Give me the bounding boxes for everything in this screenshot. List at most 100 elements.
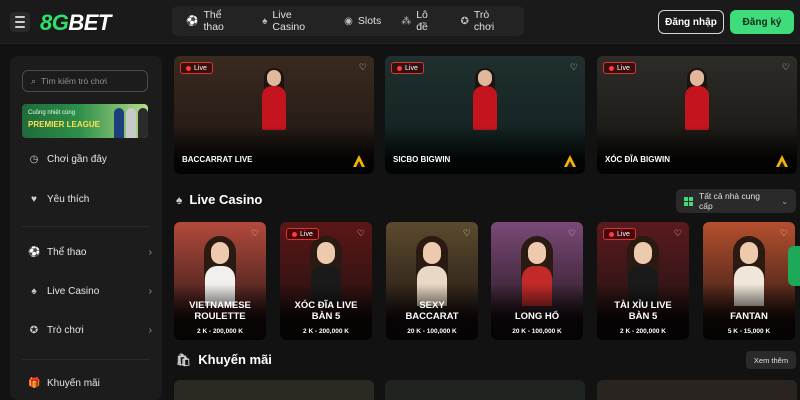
bet-range: 2 K - 200,000 K <box>303 328 349 335</box>
game-icon: ✪ <box>29 325 39 336</box>
live-dot-icon <box>609 65 614 71</box>
nav-item-slots[interactable]: ◉ Slots <box>336 9 389 33</box>
sidebar-item-favorites[interactable]: ♥ Yêu thích <box>28 194 148 205</box>
live-label: Live <box>300 230 313 238</box>
game-title-line: FANTAN <box>730 311 768 322</box>
section-header-promotions: 🛍 Khuyến mãi <box>176 352 272 367</box>
heart-icon: ♥ <box>31 194 37 205</box>
heart-icon[interactable]: ♡ <box>780 228 788 239</box>
game-card[interactable]: Live ♡ TÀI XỈU LIVE BÀN 5 2 K - 200,000 K <box>597 222 689 340</box>
bet-range: 2 K - 200,000 K <box>620 328 666 335</box>
sidebar-item-promotions[interactable]: 🎁 Khuyến mãi <box>28 378 148 389</box>
logo-text: BET <box>68 10 111 35</box>
card-overlay <box>174 126 374 174</box>
banner-subtitle: Cuồng nhiệt cùng <box>28 110 76 116</box>
chevron-down-icon: ⌄ <box>781 196 788 206</box>
live-badge: Live <box>603 62 636 74</box>
heart-icon[interactable]: ♡ <box>782 62 790 73</box>
sidebar: ⌕ Cuồng nhiệt cùng PREMIER LEAGUE ◷ Chơi … <box>10 56 162 400</box>
sidebar-item-label: Thể thao <box>47 247 87 258</box>
login-button[interactable]: Đăng nhập <box>658 10 724 34</box>
live-label: Live <box>617 64 630 72</box>
nav-item-live-casino[interactable]: ♠ Live Casino <box>254 9 332 33</box>
promotion-card[interactable] <box>385 380 585 400</box>
heart-icon[interactable]: ♡ <box>357 228 365 239</box>
card-overlay <box>597 126 797 174</box>
live-dot-icon <box>186 65 191 71</box>
top-bar: 8GBET ⚽ Thể thao ♠ Live Casino ◉ Slots ⁂ Lô … <box>0 0 800 44</box>
dealer-image <box>260 68 288 130</box>
game-card[interactable]: Live ♡ XÓC ĐĨA LIVE BÀN 5 2 K - 200,000 K <box>280 222 372 340</box>
game-title-line: VIETNAMESE <box>189 300 251 311</box>
provider-filter-dropdown[interactable]: Tất cả nhà cung cấp ⌄ <box>676 189 796 213</box>
player-image <box>126 108 136 138</box>
search-box[interactable]: ⌕ <box>22 70 148 92</box>
gift-icon: 🎁 <box>28 378 41 389</box>
game-title-line: BACCARAT <box>405 311 459 322</box>
search-input[interactable] <box>41 76 142 86</box>
slot-icon: ◉ <box>344 15 353 27</box>
lottery-icon: ⁂ <box>401 15 412 27</box>
live-badge: Live <box>603 228 636 240</box>
poker-chip-icon: ♠ <box>31 286 37 297</box>
game-title: LONG HỔ <box>493 311 581 322</box>
game-card[interactable]: ♡ VIETNAMESE ROULETTE 2 K - 200,000 K <box>174 222 266 340</box>
register-button[interactable]: Đăng ký <box>730 10 794 34</box>
grid-icon <box>684 196 693 206</box>
heart-icon[interactable]: ♡ <box>570 62 578 73</box>
gift-icon: 🛍 <box>176 352 192 367</box>
heart-icon[interactable]: ♡ <box>674 228 682 239</box>
chevron-right-icon: › <box>148 247 152 258</box>
promotion-card[interactable] <box>174 380 374 400</box>
game-title: XÓC ĐĨA BIGWIN <box>605 155 671 164</box>
side-scroll-handle[interactable] <box>788 246 800 286</box>
sidebar-item-games[interactable]: ✪ Trò chơi › <box>28 325 152 336</box>
game-icon: ✪ <box>460 15 469 27</box>
featured-game-card[interactable]: Live ♡ SICBO BIGWIN <box>385 56 585 174</box>
nav-label: Thể thao <box>203 9 224 33</box>
search-icon: ⌕ <box>31 75 37 86</box>
heart-icon[interactable]: ♡ <box>359 62 367 73</box>
logo[interactable]: 8GBET <box>40 10 111 36</box>
player-image <box>138 108 148 138</box>
sidebar-item-live-casino[interactable]: ♠ Live Casino › <box>28 286 152 297</box>
live-dot-icon <box>609 231 614 237</box>
live-label: Live <box>617 230 630 238</box>
menu-icon[interactable] <box>10 12 30 32</box>
game-title: SEXY BACCARAT <box>388 300 476 322</box>
bet-range: 20 K - 100,000 K <box>512 328 562 335</box>
heart-icon[interactable]: ♡ <box>463 228 471 239</box>
game-card[interactable]: ♡ SEXY BACCARAT 20 K - 100,000 K <box>386 222 478 340</box>
game-card[interactable]: ♡ FANTAN 5 K - 15,000 K <box>703 222 795 340</box>
nav-item-games[interactable]: ✪ Trò chơi <box>453 9 518 33</box>
see-more-button[interactable]: Xem thêm <box>746 351 796 369</box>
live-badge: Live <box>391 62 424 74</box>
heart-icon[interactable]: ♡ <box>251 228 259 239</box>
sidebar-item-recent[interactable]: ◷ Chơi gần đây <box>28 154 148 165</box>
game-title-line: ROULETTE <box>194 311 246 322</box>
nav-item-sports[interactable]: ⚽ Thể thao <box>178 9 250 33</box>
game-title-line: TÀI XỈU LIVE <box>614 300 672 311</box>
game-title-line: SEXY <box>419 300 445 311</box>
sidebar-item-sports[interactable]: ⚽ Thể thao › <box>28 247 152 258</box>
soccer-ball-icon: ⚽ <box>186 15 199 27</box>
divider <box>22 359 150 360</box>
bet-range: 2 K - 200,000 K <box>197 328 243 335</box>
live-badge: Live <box>180 62 213 74</box>
promotion-card[interactable] <box>597 380 797 400</box>
heart-icon[interactable]: ♡ <box>568 228 576 239</box>
game-title-line: LONG HỔ <box>514 311 560 322</box>
main-nav: ⚽ Thể thao ♠ Live Casino ◉ Slots ⁂ Lô đề ✪ Tr… <box>172 6 524 36</box>
featured-game-card[interactable]: Live ♡ BACCARRAT LIVE <box>174 56 374 174</box>
premier-league-banner[interactable]: Cuồng nhiệt cùng PREMIER LEAGUE <box>22 104 148 138</box>
game-title-line: BÀN 5 <box>628 311 658 322</box>
game-card[interactable]: ♡ LONG HỔ 20 K - 100,000 K <box>491 222 583 340</box>
section-title: Khuyến mãi <box>198 352 272 367</box>
poker-chip-icon: ♠ <box>262 15 268 27</box>
dealer-image <box>471 68 499 130</box>
featured-game-card[interactable]: Live ♡ XÓC ĐĨA BIGWIN <box>597 56 797 174</box>
live-label: Live <box>194 64 207 72</box>
sidebar-item-label: Live Casino <box>47 286 100 297</box>
nav-item-lottery[interactable]: ⁂ Lô đề <box>393 9 448 33</box>
provider-logo-icon <box>353 155 365 167</box>
